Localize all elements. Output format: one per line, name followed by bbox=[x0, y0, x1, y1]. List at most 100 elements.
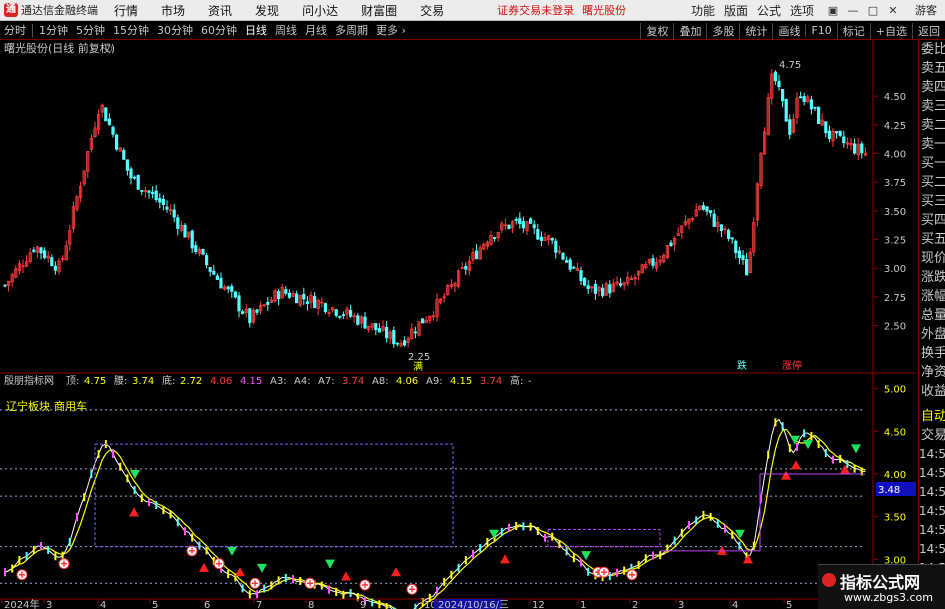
bookmark-icon[interactable]: ▣ bbox=[823, 4, 843, 17]
candle-body bbox=[824, 121, 828, 134]
candle-body bbox=[140, 190, 144, 192]
y-tick-label: 3.00 bbox=[884, 264, 906, 275]
side-item[interactable]: 净资 bbox=[919, 363, 945, 382]
candle-body bbox=[3, 284, 7, 287]
menu-item-news[interactable]: 资讯 bbox=[208, 2, 232, 19]
side-item[interactable]: 涨幅 bbox=[919, 287, 945, 306]
side-bottom-item[interactable]: 交易 bbox=[919, 426, 945, 445]
maximize-icon[interactable]: □ bbox=[863, 4, 883, 17]
candlestick-series bbox=[3, 69, 868, 348]
indicator-bar bbox=[169, 510, 172, 519]
candle-body bbox=[136, 174, 140, 190]
candle-body bbox=[374, 323, 378, 331]
candle-body bbox=[813, 106, 817, 109]
side-item[interactable]: 卖三 bbox=[919, 97, 945, 116]
down-triangle-icon bbox=[489, 529, 499, 539]
indicator-value: A7: bbox=[318, 376, 335, 387]
indicator-bar bbox=[47, 545, 50, 554]
menu-function[interactable]: 功能 bbox=[691, 2, 715, 19]
period-weekly[interactable]: 周线 bbox=[271, 22, 301, 38]
period-15min[interactable]: 15分钟 bbox=[109, 22, 153, 38]
watermark-url: www.zbgs3.com bbox=[844, 591, 933, 604]
candle-body bbox=[341, 314, 346, 317]
login-status[interactable]: 证券交易未登录 bbox=[497, 2, 574, 18]
menu-layout[interactable]: 版面 bbox=[724, 2, 748, 19]
x-tick-label: 1 bbox=[580, 600, 586, 609]
period-daily[interactable]: 日线 bbox=[241, 22, 271, 38]
period-monthly[interactable]: 月线 bbox=[301, 22, 331, 38]
btn-add-watch[interactable]: +自选 bbox=[869, 22, 912, 39]
period-more[interactable]: 更多 › bbox=[372, 22, 410, 38]
minimize-icon[interactable]: — bbox=[843, 4, 863, 17]
period-5min[interactable]: 5分钟 bbox=[72, 22, 109, 38]
side-item[interactable]: 收益 bbox=[919, 382, 945, 401]
guest-label[interactable]: 游客 bbox=[915, 2, 937, 18]
side-item[interactable]: 外盘 bbox=[919, 325, 945, 344]
btn-stats[interactable]: 统计 bbox=[739, 22, 772, 39]
down-triangle-icon bbox=[257, 563, 267, 573]
side-item[interactable]: 涨跌 bbox=[919, 268, 945, 287]
side-item[interactable]: 卖四 bbox=[919, 78, 945, 97]
sector-tag[interactable]: 辽宁板块 bbox=[6, 399, 50, 413]
menu-item-discover[interactable]: 发现 bbox=[255, 2, 279, 19]
menu-formula[interactable]: 公式 bbox=[757, 2, 781, 19]
close-icon[interactable]: ✕ bbox=[883, 4, 903, 17]
side-item[interactable]: 买三 bbox=[919, 192, 945, 211]
candle-body bbox=[161, 198, 165, 205]
period-more-label: 更多 bbox=[376, 24, 398, 37]
btn-overlay[interactable]: 叠加 bbox=[673, 22, 706, 39]
menu-options[interactable]: 选项 bbox=[790, 2, 814, 19]
side-item[interactable]: 买四 bbox=[919, 211, 945, 230]
menu-item-market[interactable]: 市场 bbox=[161, 2, 185, 19]
btn-f10[interactable]: F10 bbox=[805, 24, 836, 37]
candle-body bbox=[781, 88, 785, 102]
legend-fall: 跌 bbox=[737, 359, 747, 372]
side-item[interactable]: 卖五 bbox=[919, 59, 945, 78]
indicator-value: A9: bbox=[426, 376, 443, 387]
menu-item-ask[interactable]: 问小达 bbox=[302, 2, 338, 19]
menu-item-trade[interactable]: 交易 bbox=[420, 2, 444, 19]
down-triangle-icon bbox=[581, 551, 591, 561]
btn-draw[interactable]: 画线 bbox=[772, 22, 805, 39]
btn-mark[interactable]: 标记 bbox=[836, 22, 870, 39]
candle-body bbox=[395, 342, 400, 345]
candle-body bbox=[312, 295, 317, 309]
candle-body bbox=[201, 248, 205, 255]
period-60min[interactable]: 60分钟 bbox=[197, 22, 241, 38]
indicator-bar bbox=[371, 598, 374, 607]
side-item[interactable]: 卖二 bbox=[919, 116, 945, 135]
chart-area[interactable]: 曙光股份(日线 前复权) ⊙ 殷朋指标网 顶: 4.75 腰: 3.74 底: 2.72 4.… bbox=[0, 40, 945, 609]
indicator-bar bbox=[284, 573, 287, 582]
indicator-bar bbox=[176, 518, 179, 527]
period-1min[interactable]: 1分钟 bbox=[35, 22, 72, 38]
indicator-bar bbox=[796, 442, 798, 451]
btn-multi-stock[interactable]: 多股 bbox=[706, 22, 739, 39]
candle-body bbox=[302, 293, 306, 300]
period-30min[interactable]: 30分钟 bbox=[153, 22, 197, 38]
kline-chart[interactable]: 曙光股份(日线 前复权) ⊙ 殷朋指标网 顶: 4.75 腰: 3.74 底: 2.72 4.… bbox=[0, 40, 918, 609]
btn-back[interactable]: 返回 bbox=[912, 22, 945, 39]
side-item[interactable]: 买一 bbox=[919, 154, 945, 173]
concept-tag[interactable]: 商用车 bbox=[54, 399, 87, 413]
side-item[interactable]: 现价 bbox=[919, 249, 945, 268]
side-item[interactable]: 总量 bbox=[919, 306, 945, 325]
x-tick-label: 9 bbox=[360, 600, 366, 609]
candle-body bbox=[212, 270, 216, 275]
side-item[interactable]: 买二 bbox=[919, 173, 945, 192]
candle-body bbox=[172, 209, 176, 218]
side-bottom-item[interactable]: 自动 bbox=[919, 407, 945, 426]
menu-item-quote[interactable]: 行情 bbox=[114, 2, 138, 19]
side-item[interactable]: 买五 bbox=[919, 230, 945, 249]
btn-adjust[interactable]: 复权 bbox=[640, 22, 673, 39]
period-multi[interactable]: 多周期 bbox=[331, 22, 372, 38]
x-tick-label: 12 bbox=[532, 600, 545, 609]
indicator-value: 顶: bbox=[66, 375, 79, 387]
chart-settings-icon[interactable]: ⊙ bbox=[104, 42, 113, 55]
side-item[interactable]: 委比 bbox=[919, 40, 945, 59]
indicator-bar bbox=[709, 512, 712, 521]
side-item[interactable]: 换手 bbox=[919, 344, 945, 363]
menu-item-wealth[interactable]: 财富圈 bbox=[361, 2, 397, 19]
period-intraday[interactable]: 分时 bbox=[0, 22, 30, 38]
side-item[interactable]: 卖一 bbox=[919, 135, 945, 154]
indicator-bar bbox=[191, 533, 194, 542]
